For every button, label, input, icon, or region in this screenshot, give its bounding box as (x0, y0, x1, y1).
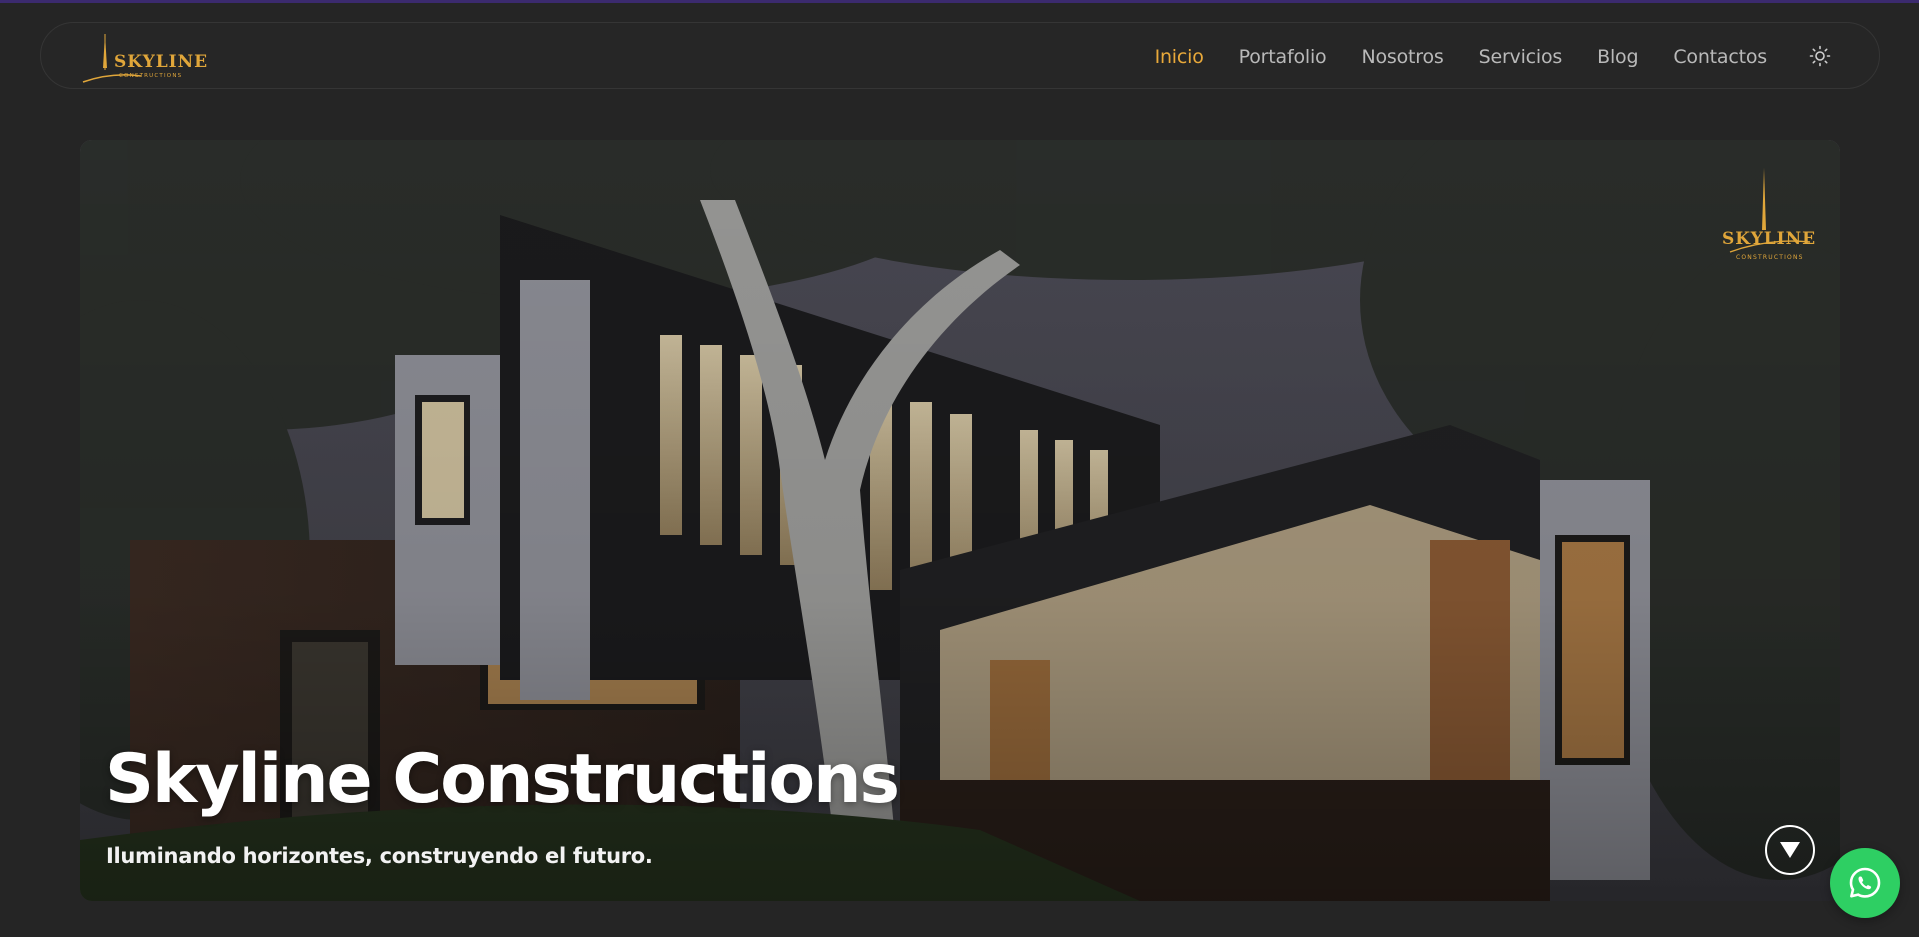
brand-name: SKYLINE (114, 52, 208, 72)
sun-icon (1809, 45, 1831, 67)
top-accent-bar (0, 0, 1919, 3)
nav-link-blog[interactable]: Blog (1597, 46, 1638, 68)
navbar: SKYLINE CONSTRUCTIONS Inicio Portafolio … (40, 22, 1880, 89)
hero-watermark-logo: SKYLINE CONSTRUCTIONS (1722, 168, 1816, 261)
nav-link-servicios[interactable]: Servicios (1479, 46, 1563, 68)
nav-link-contactos[interactable]: Contactos (1673, 46, 1767, 68)
nav-link-nosotros[interactable]: Nosotros (1361, 46, 1443, 68)
scroll-down-button[interactable] (1765, 825, 1815, 875)
nav-link-inicio[interactable]: Inicio (1155, 46, 1204, 68)
whatsapp-icon (1849, 867, 1881, 898)
whatsapp-button[interactable] (1830, 848, 1900, 918)
triangle-down-icon (1780, 842, 1800, 858)
brand-logo[interactable]: SKYLINE CONSTRUCTIONS (81, 30, 211, 84)
nav-link-portafolio[interactable]: Portafolio (1239, 46, 1327, 68)
hero-title: Skyline Constructions (105, 740, 900, 819)
brand-tagline: CONSTRUCTIONS (119, 73, 182, 79)
hero-subtitle: Iluminando horizontes, construyendo el f… (106, 844, 653, 868)
hero-logo-name: SKYLINE (1722, 229, 1816, 249)
hero-banner: SKYLINE CONSTRUCTIONS Skyline Constructi… (80, 140, 1840, 901)
skyline-logo-icon: SKYLINE CONSTRUCTIONS (82, 34, 208, 83)
main-nav: Inicio Portafolio Nosotros Servicios Blo… (1120, 23, 1768, 90)
hero-logo-tagline: CONSTRUCTIONS (1736, 254, 1804, 261)
theme-toggle-button[interactable] (1809, 45, 1831, 67)
